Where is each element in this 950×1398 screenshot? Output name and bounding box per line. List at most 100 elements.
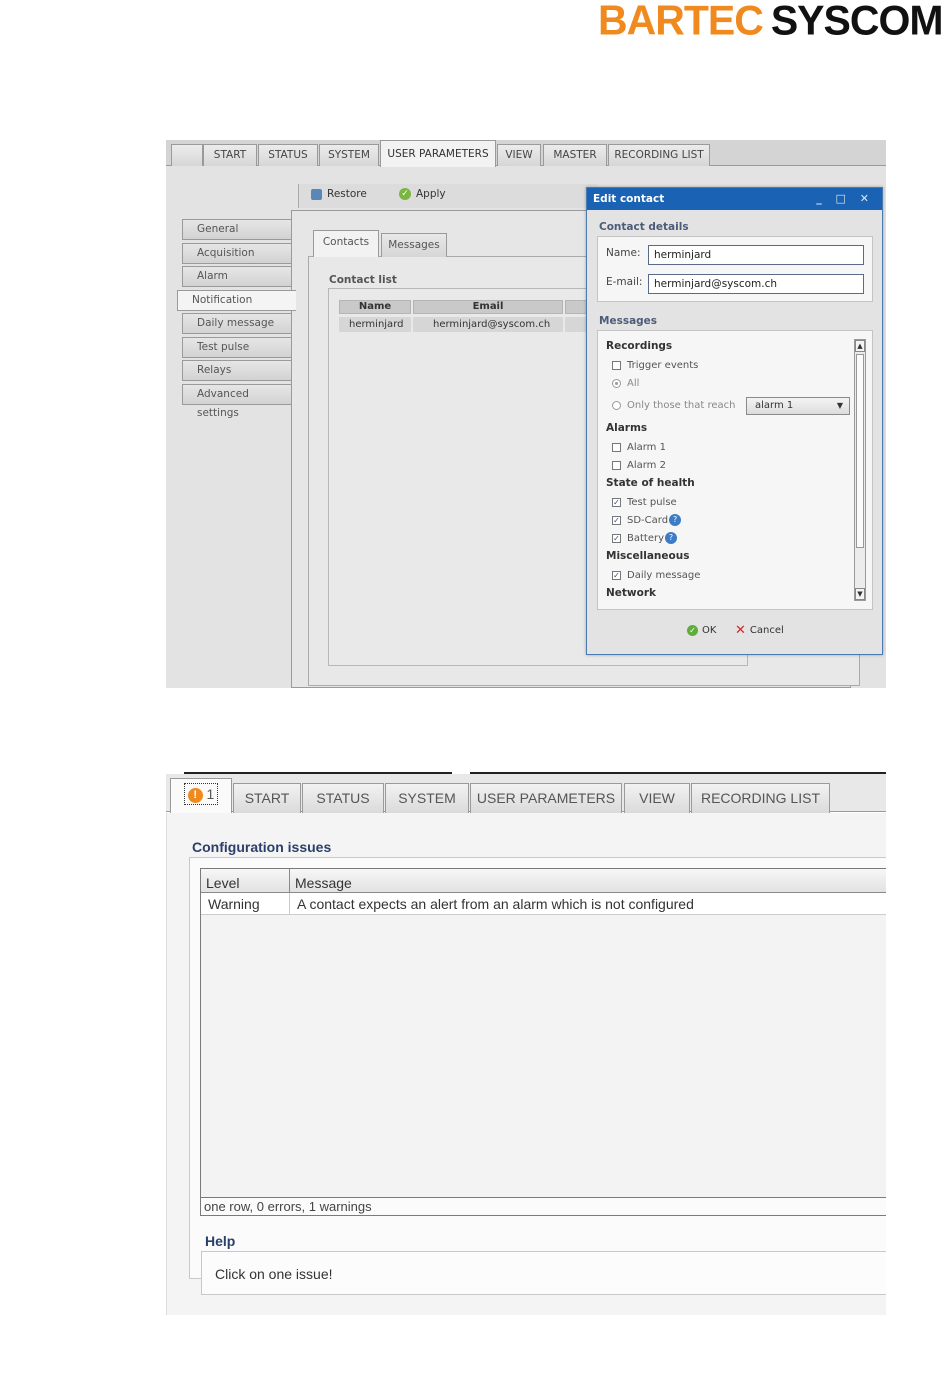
tab-view[interactable]: VIEW	[497, 144, 541, 166]
subtab-contacts[interactable]: Contacts	[313, 230, 379, 257]
tab-start-2[interactable]: START	[233, 783, 301, 813]
contact-list-label: Contact list	[329, 274, 397, 286]
email-label: E-mail:	[606, 276, 643, 288]
subtab-messages[interactable]: Messages	[381, 233, 447, 257]
screenshot-configuration-issues: ! 1 START STATUS SYSTEM USER PARAMETERS …	[166, 770, 886, 1315]
only-those-row[interactable]: Only those that reach	[612, 400, 736, 411]
cell-level[interactable]: Warning	[201, 893, 290, 915]
tab-view-2[interactable]: VIEW	[624, 783, 690, 813]
brand-part1: BARTEC	[598, 0, 764, 44]
main-tab-bar-2: ! 1 START STATUS SYSTEM USER PARAMETERS …	[166, 774, 886, 813]
tab-status[interactable]: STATUS	[258, 144, 318, 166]
screenshot-user-parameters: START STATUS SYSTEM USER PARAMETERS VIEW…	[166, 140, 886, 688]
cell-email[interactable]: herminjard@syscom.ch	[413, 317, 563, 332]
trigger-events-checkbox[interactable]	[612, 361, 621, 370]
side-item-alarm[interactable]: Alarm	[182, 266, 292, 287]
restore-button[interactable]: Restore	[311, 188, 367, 200]
issue-count: 1	[206, 786, 215, 802]
daily-message-row[interactable]: ✓ Daily message	[612, 570, 700, 581]
side-item-notification[interactable]: Notification	[177, 289, 296, 311]
alarm2-checkbox[interactable]	[612, 461, 621, 470]
cancel-label: Cancel	[749, 625, 784, 636]
configuration-issues-title: Configuration issues	[192, 839, 332, 855]
column-message[interactable]: Message	[290, 869, 886, 893]
tab-system[interactable]: SYSTEM	[319, 144, 379, 166]
all-label: All	[627, 378, 640, 389]
tab-recording-list[interactable]: RECORDING LIST	[608, 144, 710, 166]
help-icon[interactable]: ?	[665, 532, 678, 544]
side-item-daily-message[interactable]: Daily message	[182, 313, 292, 334]
ok-button[interactable]: ✓ OK	[687, 625, 716, 636]
messages-box: ▲ ▼ Recordings Trigger events All Only t…	[597, 330, 873, 610]
apply-label: Apply	[416, 188, 446, 200]
alarm-select-value: alarm 1	[755, 400, 794, 411]
tab-user-parameters-2[interactable]: USER PARAMETERS	[470, 783, 622, 813]
apply-button[interactable]: ✓ Apply	[399, 188, 446, 200]
group-alarms: Alarms	[606, 422, 648, 434]
restore-label: Restore	[327, 188, 367, 200]
edit-contact-dialog: Edit contact _ □ ✕ Contact details Name:…	[586, 187, 883, 655]
alarm-select[interactable]: alarm 1 ▼	[746, 397, 850, 415]
tab-start[interactable]: START	[203, 144, 257, 166]
trigger-events-label: Trigger events	[627, 360, 699, 371]
tab-system-2[interactable]: SYSTEM	[385, 783, 469, 813]
tab-user-parameters[interactable]: USER PARAMETERS	[380, 140, 496, 167]
only-those-radio[interactable]	[612, 401, 621, 410]
issues-grid: Level Message Warning A contact expects …	[200, 868, 886, 1213]
all-radio[interactable]	[612, 379, 621, 388]
tab-status-2[interactable]: STATUS	[302, 783, 384, 813]
email-input[interactable]	[648, 274, 864, 294]
battery-row[interactable]: ✓ Battery ?	[612, 532, 678, 544]
restore-icon	[311, 188, 322, 200]
scroll-up-icon[interactable]: ▲	[855, 340, 865, 352]
tab-master[interactable]: MASTER	[543, 144, 607, 166]
alarm1-row[interactable]: Alarm 1	[612, 442, 666, 453]
cell-name[interactable]: herminjard	[339, 317, 411, 332]
group-network: Network	[606, 587, 657, 599]
column-email[interactable]: Email	[413, 300, 563, 314]
daily-message-label: Daily message	[627, 570, 701, 581]
sd-card-row[interactable]: ✓ SD-Card ?	[612, 514, 682, 526]
cancel-icon: ✕	[735, 623, 746, 638]
help-icon[interactable]: ?	[669, 514, 682, 526]
daily-message-checkbox[interactable]: ✓	[612, 571, 621, 580]
tab-issues[interactable]: ! 1	[170, 778, 232, 813]
scroll-thumb[interactable]	[856, 354, 864, 548]
scroll-down-icon[interactable]: ▼	[855, 588, 865, 600]
column-name[interactable]: Name	[339, 300, 411, 314]
tab-recording-list-2[interactable]: RECORDING LIST	[691, 783, 830, 813]
name-label: Name:	[606, 247, 641, 259]
tab-blank[interactable]	[171, 144, 203, 166]
name-input[interactable]	[648, 245, 864, 265]
brand-part2: SYSCOM	[770, 0, 944, 44]
alarm2-row[interactable]: Alarm 2	[612, 460, 666, 471]
sd-card-checkbox[interactable]: ✓	[612, 515, 621, 525]
ok-icon: ✓	[687, 625, 698, 636]
test-pulse-label: Test pulse	[627, 497, 677, 508]
cancel-button[interactable]: ✕ Cancel	[735, 623, 784, 638]
brand-logo: BARTEC SYSCOM	[598, 0, 944, 44]
grid-status-bar: one row, 0 errors, 1 warnings	[200, 1197, 886, 1216]
cell-message[interactable]: A contact expects an alert from an alarm…	[290, 893, 886, 915]
issues-focus: ! 1	[183, 783, 219, 805]
side-item-test-pulse[interactable]: Test pulse	[182, 336, 292, 358]
window-controls-icon[interactable]: _ □ ✕	[816, 188, 874, 210]
side-item-advanced-settings[interactable]: Advanced settings	[182, 383, 292, 419]
apply-icon: ✓	[399, 188, 411, 200]
ok-label: OK	[702, 625, 717, 636]
alarm1-label: Alarm 1	[627, 442, 666, 453]
alarm1-checkbox[interactable]	[612, 443, 621, 452]
messages-scrollbar[interactable]: ▲ ▼	[854, 339, 866, 601]
side-item-acquisition[interactable]: Acquisition	[182, 242, 292, 264]
column-level[interactable]: Level	[201, 869, 290, 893]
help-title: Help	[205, 1233, 236, 1249]
side-item-relays[interactable]: Relays	[182, 360, 292, 381]
all-row[interactable]: All	[612, 378, 639, 389]
battery-checkbox[interactable]: ✓	[612, 533, 621, 543]
side-item-general[interactable]: General	[182, 219, 292, 240]
test-pulse-row[interactable]: ✓ Test pulse	[612, 497, 677, 508]
side-menu: General Acquisition Alarm Notification D…	[177, 219, 296, 419]
dialog-title-bar[interactable]: Edit contact _ □ ✕	[587, 188, 882, 210]
test-pulse-checkbox[interactable]: ✓	[612, 498, 621, 507]
trigger-events-row[interactable]: Trigger events	[612, 360, 698, 371]
